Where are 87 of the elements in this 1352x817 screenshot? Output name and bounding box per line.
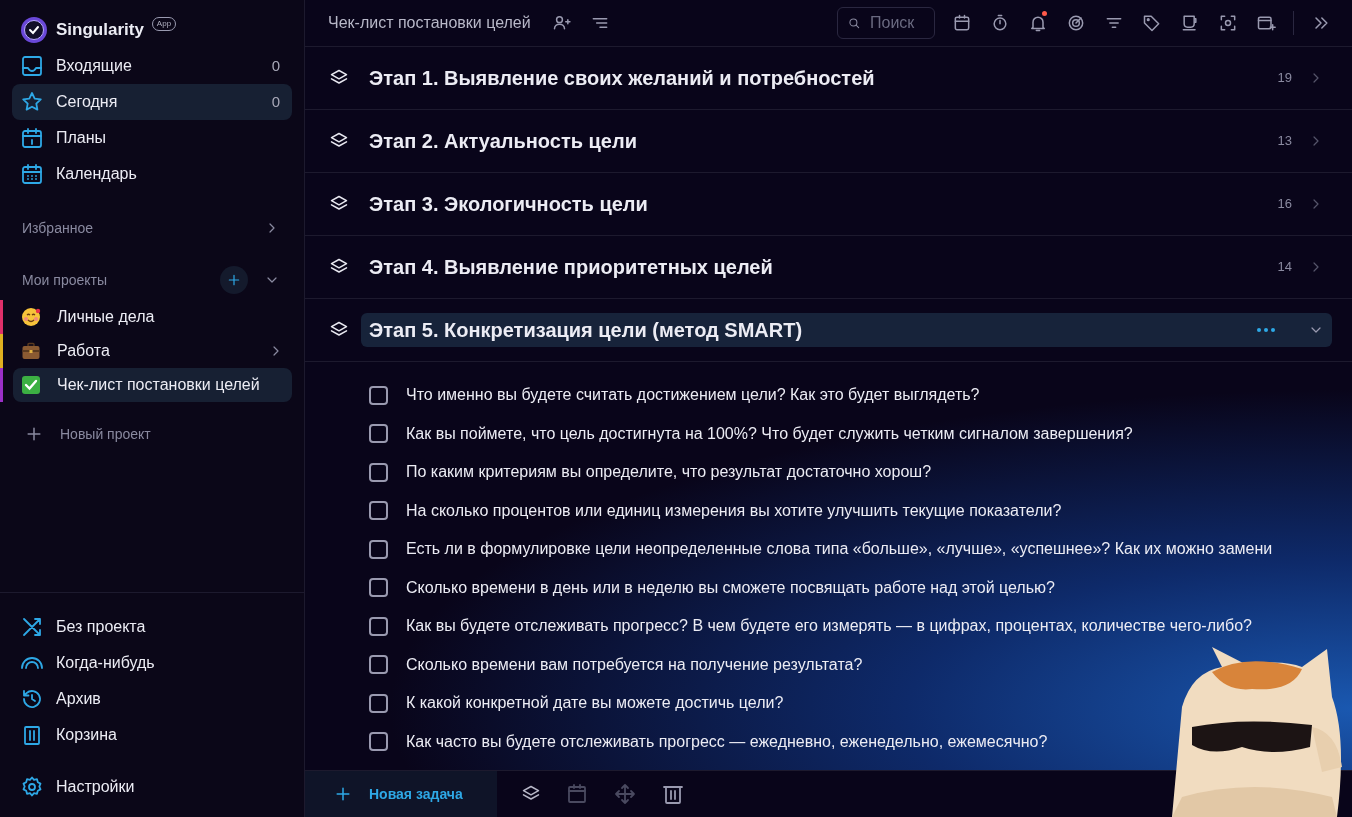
focus-icon bbox=[1066, 13, 1086, 33]
stage-header[interactable]: Этап 1. Выявление своих желаний и потребностей 19 bbox=[361, 61, 1332, 95]
move-icon bbox=[613, 782, 637, 806]
project-label: Работа bbox=[57, 341, 111, 361]
task-text: Сколько времени в день или в неделю вы сможете посвящать работе над этой целью? bbox=[406, 577, 1055, 598]
checkbox[interactable] bbox=[369, 462, 388, 482]
briefcase-icon bbox=[21, 341, 41, 361]
nav-item[interactable]: Входящие 0 bbox=[12, 48, 292, 84]
logo-icon bbox=[20, 16, 48, 44]
task-text: На сколько процентов или единиц измерения вы хотите улучшить текущие показатели? bbox=[406, 500, 1062, 521]
task-text: По каким критериям вы определите, что результат достаточно хорош? bbox=[406, 462, 932, 483]
nav-item[interactable]: Планы bbox=[12, 120, 292, 156]
add-user-icon bbox=[551, 13, 572, 33]
checkbox[interactable] bbox=[369, 616, 388, 636]
stage-title: Этап 4. Выявление приоритетных целей bbox=[369, 255, 774, 280]
project-label: Чек-лист постановки целей bbox=[57, 375, 261, 395]
checkbox[interactable] bbox=[369, 578, 388, 598]
section-label: Избранное bbox=[22, 218, 93, 238]
checkbox[interactable] bbox=[369, 655, 388, 675]
stage-title: Этап 2. Актуальность цели bbox=[369, 129, 638, 154]
checkbox[interactable] bbox=[369, 424, 388, 444]
stage-title: Этап 1. Выявление своих желаний и потребностей bbox=[369, 66, 876, 91]
scan-icon bbox=[1218, 13, 1238, 33]
calendar-icon bbox=[952, 13, 972, 33]
inbox-icon bbox=[20, 54, 44, 78]
calendar-icon bbox=[20, 126, 44, 150]
plus-icon bbox=[226, 272, 242, 288]
checkbox[interactable] bbox=[369, 693, 388, 713]
timer-icon bbox=[990, 13, 1010, 33]
more-icon[interactable] bbox=[1256, 326, 1276, 334]
task-count: 14 bbox=[1277, 258, 1292, 277]
task-count: 13 bbox=[1277, 132, 1292, 151]
nav-item[interactable]: Сегодня 0 bbox=[12, 84, 292, 120]
smiling-face-icon bbox=[21, 307, 41, 327]
new-project-button[interactable]: Новый проект bbox=[0, 418, 304, 450]
section-label: Мои проекты bbox=[22, 270, 108, 290]
nav-count: 0 bbox=[271, 55, 281, 76]
stage-header[interactable]: Этап 3. Экологичность цели 16 bbox=[361, 187, 1332, 221]
project-item[interactable]: Чек-лист постановки целей bbox=[13, 368, 292, 402]
checkbox[interactable] bbox=[369, 732, 388, 752]
cup-icon bbox=[1180, 13, 1200, 33]
task-count: 19 bbox=[1277, 69, 1292, 88]
shuffle-icon bbox=[20, 615, 44, 639]
task-text: Есть ли в формулировке цели неопределенные слова типа «больше», «лучше», «успешнее»? Как их можно замени bbox=[406, 539, 1273, 560]
task-text: Как часто вы будете отслеживать прогресс — ежедневно, еженедельно, ежемесячно? bbox=[406, 731, 1048, 752]
nav-label: Сегодня bbox=[56, 92, 119, 112]
nav-item[interactable]: Без проекта bbox=[20, 609, 284, 645]
stage-header[interactable]: Этап 4. Выявление приоритетных целей 14 bbox=[361, 250, 1332, 284]
nav-label: Календарь bbox=[56, 164, 138, 184]
app-name: Singularity bbox=[56, 19, 144, 42]
project-label: Личные дела bbox=[57, 307, 156, 327]
task-count: 16 bbox=[1277, 195, 1292, 214]
checkbox[interactable] bbox=[369, 385, 388, 405]
project-item[interactable]: Личные дела bbox=[13, 300, 292, 334]
settings-item[interactable]: Настройки bbox=[20, 769, 284, 805]
nav-item[interactable]: Когда-нибудь bbox=[20, 645, 284, 681]
stage-title: Этап 3. Экологичность цели bbox=[369, 192, 649, 217]
stage-header[interactable]: Этап 5. Конкретизация цели (метод SMART) bbox=[361, 313, 1332, 347]
task-text: Сколько времени вам потребуется на получение результата? bbox=[406, 654, 863, 675]
page-title: Чек-лист постановки целей bbox=[328, 13, 531, 33]
task-text: Как вы будете отслеживать прогресс? В чем будете его измерять — в цифрах, процентах, количестве чего-либо? bbox=[406, 616, 1252, 637]
check-mark-icon bbox=[21, 375, 41, 395]
tag-icon bbox=[1142, 13, 1162, 33]
search-icon bbox=[847, 16, 861, 30]
stage-header[interactable]: Этап 2. Актуальность цели 13 bbox=[361, 124, 1332, 158]
checkbox[interactable] bbox=[369, 501, 388, 521]
task-text: К какой конкретной дате вы можете достичь цели? bbox=[406, 693, 784, 714]
new-task-button[interactable]: Новая задача bbox=[305, 771, 497, 817]
star-icon bbox=[20, 90, 44, 114]
history-icon bbox=[20, 687, 44, 711]
nav-label: Планы bbox=[56, 128, 108, 148]
checkbox[interactable] bbox=[369, 539, 388, 559]
nav-label: Входящие bbox=[56, 56, 133, 76]
stage-title: Этап 5. Конкретизация цели (метод SMART) bbox=[369, 318, 804, 343]
task-text: Как вы поймете, что цель достигнута на 100%? Что будет служить четким сигналом завершения? bbox=[406, 423, 1133, 444]
nav-item[interactable]: Архив bbox=[20, 681, 284, 717]
nav-item[interactable]: Корзина bbox=[20, 717, 284, 753]
nav-count: 0 bbox=[271, 91, 281, 112]
task-text: Что именно вы будете считать достижением цели? Как это будет выглядеть? bbox=[406, 385, 980, 406]
add-project-button[interactable] bbox=[220, 266, 248, 294]
project-item[interactable]: Работа bbox=[13, 334, 292, 368]
nav-item[interactable]: Календарь bbox=[12, 156, 292, 192]
calendar-icon bbox=[20, 162, 44, 186]
settings-icon bbox=[20, 775, 44, 799]
add-window-icon bbox=[1256, 13, 1276, 33]
calendar-icon bbox=[565, 782, 589, 806]
search-field[interactable]: Поиск bbox=[837, 7, 935, 39]
